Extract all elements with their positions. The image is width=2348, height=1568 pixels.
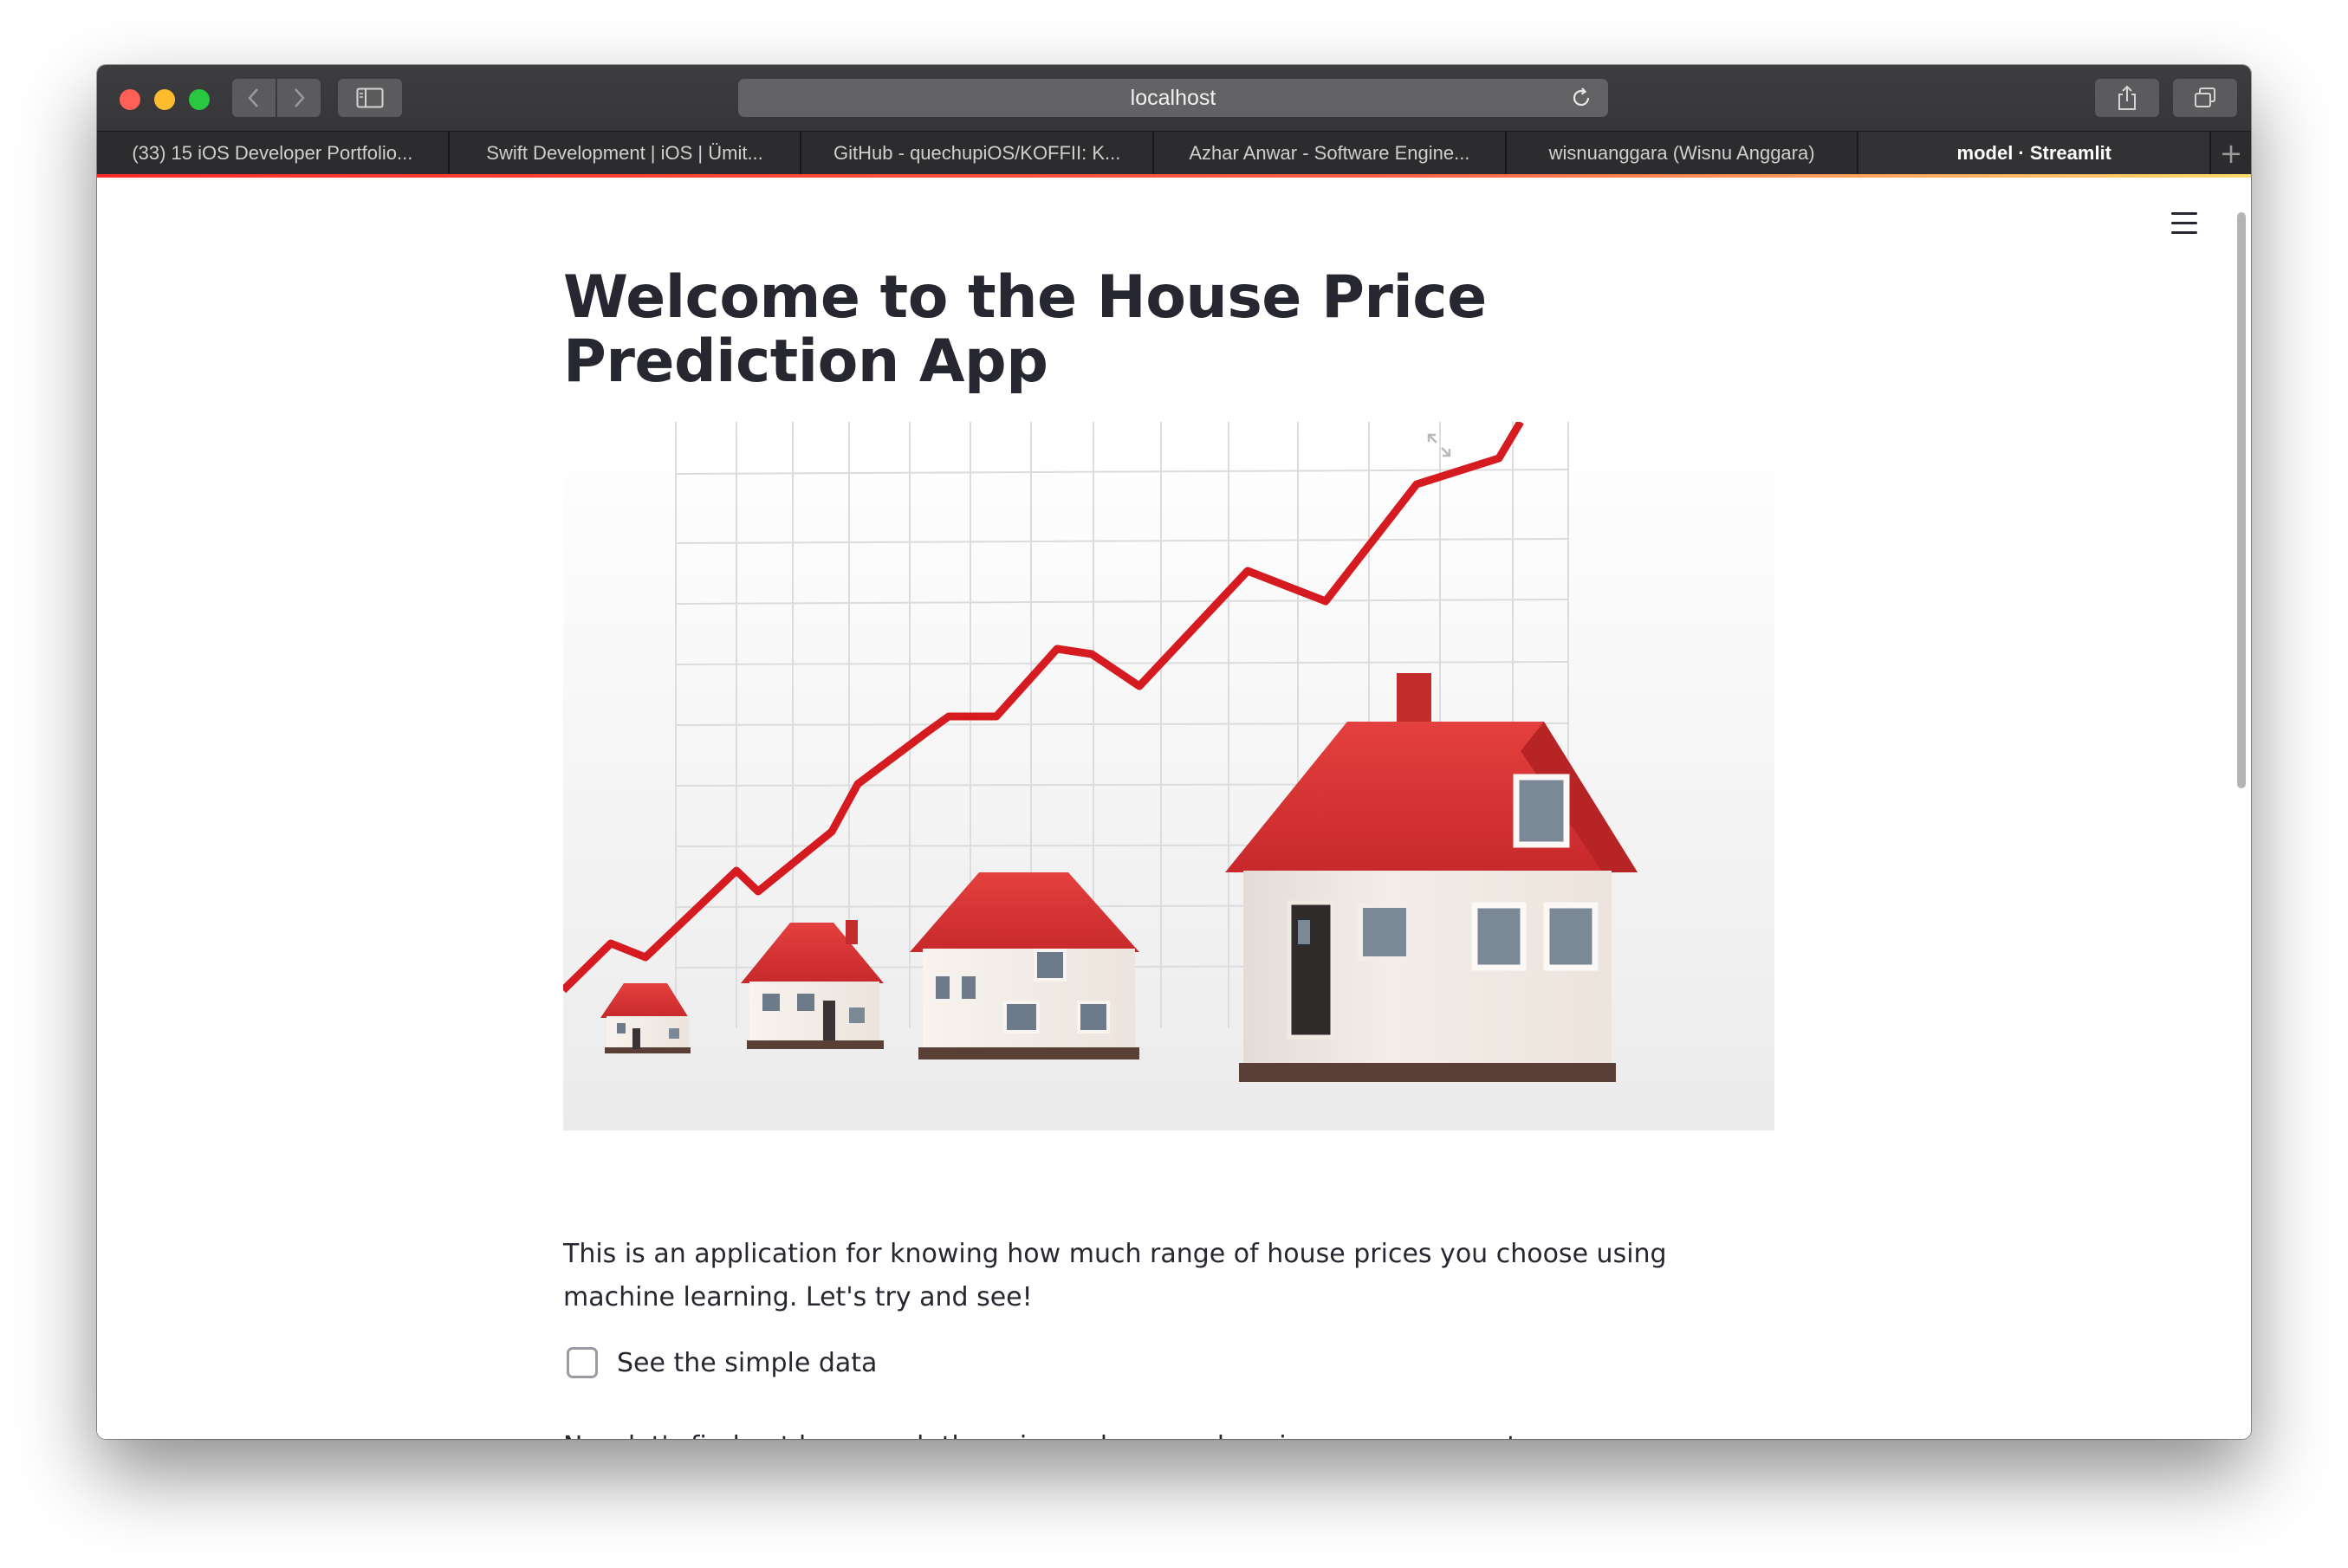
house-price-hero-image (563, 422, 1774, 1131)
see-simple-data-checkbox[interactable] (567, 1347, 598, 1378)
chevron-right-icon (295, 88, 305, 107)
tab-github-koffii[interactable]: GitHub - quechupiOS/KOFFII: K... (801, 132, 1155, 175)
tab-label: Azhar Anwar - Software Engine... (1189, 142, 1470, 164)
share-button[interactable] (2095, 79, 2159, 117)
share-icon (2118, 85, 2136, 110)
tab-bar: (33) 15 iOS Developer Portfolio... Swift… (97, 131, 2251, 175)
tab-label: wisnuanggara (Wisnu Anggara) (1548, 142, 1815, 164)
browser-window: localhost (33) 15 iOS Developer Portfoli… (97, 65, 2251, 1439)
tab-wisnuanggara[interactable]: wisnuanggara (Wisnu Anggara) (1506, 132, 1859, 175)
page-title: Welcome to the House Price Prediction Ap… (563, 263, 1487, 396)
back-button[interactable] (232, 79, 276, 117)
browser-toolbar: localhost (97, 65, 2251, 131)
tab-ios-portfolio[interactable]: (33) 15 iOS Developer Portfolio... (97, 132, 450, 175)
tab-overview-button[interactable] (2173, 79, 2237, 117)
app-description: This is an application for knowing how m… (563, 1239, 1667, 1312)
zoom-window-button[interactable] (189, 89, 210, 110)
address-bar-url: localhost (1130, 85, 1216, 110)
sidebar-toggle-button[interactable] (338, 79, 402, 117)
sidebar-icon (356, 87, 384, 108)
minimize-window-button[interactable] (154, 89, 175, 110)
tab-label: (33) 15 iOS Developer Portfolio... (132, 142, 413, 164)
screenshot-stage: localhost (33) 15 iOS Developer Portfoli… (0, 0, 2348, 1568)
tab-label: model · Streamlit (1956, 142, 2112, 164)
forward-button[interactable] (277, 79, 321, 117)
house-price-illustration (563, 422, 1774, 1131)
page-content: Welcome to the House Price Prediction Ap… (97, 178, 2251, 1439)
reload-icon[interactable] (1570, 87, 1592, 109)
see-simple-data-checkbox-row[interactable]: See the simple data (563, 1347, 877, 1378)
see-simple-data-label[interactable]: See the simple data (617, 1348, 877, 1378)
tab-overview-icon (2195, 87, 2215, 107)
fullscreen-expand-icon[interactable] (1426, 432, 1452, 458)
menu-icon[interactable] (2171, 212, 2197, 235)
tab-model-streamlit[interactable]: model · Streamlit (1858, 132, 2212, 175)
address-bar[interactable]: localhost (738, 79, 1608, 117)
tab-azhar-anwar[interactable]: Azhar Anwar - Software Engine... (1154, 132, 1507, 175)
tab-label: GitHub - quechupiOS/KOFFII: K... (833, 142, 1121, 164)
tab-label: Swift Development | iOS | Ümit... (486, 142, 763, 164)
plus-icon: + (2219, 137, 2243, 170)
parameters-intro-text: Now let's find out how much the prices w… (563, 1425, 1776, 1439)
new-tab-button[interactable]: + (2211, 132, 2251, 175)
chevron-left-icon (248, 88, 258, 107)
tab-swift-development[interactable]: Swift Development | iOS | Ümit... (449, 132, 802, 175)
vertical-scrollbar[interactable] (2237, 212, 2246, 788)
close-window-button[interactable] (120, 89, 140, 110)
